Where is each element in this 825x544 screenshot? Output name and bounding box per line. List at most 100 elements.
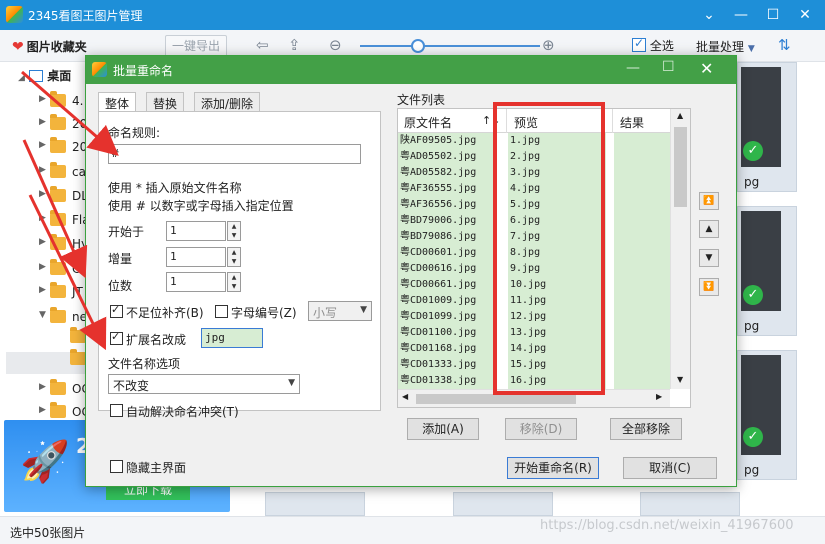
expand-arrow-icon[interactable]: ▶ [39,262,46,272]
expand-arrow-icon[interactable]: ▶ [39,189,46,199]
scroll-down-icon[interactable]: ▼ [677,375,683,384]
file-row[interactable]: 粤AD05502.jpg 2.jpg [398,149,670,165]
minimize-button[interactable]: — [725,0,757,30]
file-row[interactable]: 粤CD00616.jpg 9.jpg [398,261,670,277]
expand-arrow-icon[interactable]: ▶ [39,213,46,223]
horizontal-scrollbar[interactable]: ◀ ▶ [398,389,670,407]
file-row[interactable]: 粤BD79086.jpg 7.jpg [398,229,670,245]
thumbnail-card[interactable]: ✓ pg [737,206,797,336]
file-row[interactable]: 粤BD79006.jpg 6.jpg [398,213,670,229]
expand-arrow-icon: ◢ [18,73,25,83]
expand-arrow-icon[interactable]: ▼ [39,310,46,320]
file-row[interactable]: 粤CD01099.jpg 12.jpg [398,309,670,325]
tab-replace[interactable]: 替换 [146,92,185,112]
dialog-close-button[interactable]: ✕ [700,59,713,78]
sort-icon[interactable]: ↑↓ [482,114,500,127]
scroll-up-icon[interactable]: ▲ [677,111,683,120]
vertical-scrollbar[interactable]: ▲ ▼ [670,109,690,389]
file-row[interactable]: 粤AF36555.jpg 4.jpg [398,181,670,197]
upload-icon[interactable]: ⇪ [288,36,301,54]
expand-arrow-icon[interactable]: ▶ [39,405,46,415]
sort-icon[interactable]: ⇅ [778,36,791,54]
thumbnail-card[interactable]: ✓ pg [737,62,797,192]
change-ext-checkbox[interactable] [110,330,123,345]
expand-arrow-icon[interactable]: ▶ [39,382,46,392]
increment-input[interactable]: 1 [166,247,226,267]
zoom-out-icon[interactable]: ⊖ [329,36,342,54]
add-button[interactable]: 添加(A) [407,418,479,440]
file-row[interactable]: 粤CD00661.jpg 10.jpg [398,277,670,293]
dropdown-icon[interactable]: ⌄ [693,0,725,30]
horizontal-scroll-thumb[interactable] [416,394,576,404]
move-top-button[interactable]: ⏫ [699,192,719,210]
thumbnail-card[interactable] [640,492,740,516]
auto-resolve-checkbox[interactable] [110,404,123,417]
file-row[interactable]: 粤CD01333.jpg 15.jpg [398,357,670,373]
case-select[interactable]: 小写 ▼ [308,301,372,321]
remove-button[interactable]: 移除(D) [505,418,577,440]
file-row[interactable]: 粤CD01009.jpg 11.jpg [398,293,670,309]
export-button[interactable]: 一键导出 [165,35,227,57]
dialog-maximize-button[interactable]: ☐ [662,59,675,75]
start-at-input[interactable]: 1 [166,221,226,241]
file-row[interactable]: 粤CD01338.jpg 16.jpg [398,373,670,389]
move-bottom-button[interactable]: ⏬ [699,278,719,296]
file-row[interactable]: 粤CD01168.jpg 14.jpg [398,341,670,357]
dialog-minimize-button[interactable]: — [626,60,640,76]
file-row[interactable]: 粤CD00601.jpg 8.jpg [398,245,670,261]
favorites-button[interactable]: ❤ 图片收藏夹 [12,38,87,55]
start-rename-button[interactable]: 开始重命名(R) [507,457,599,479]
expand-arrow-icon[interactable]: ▶ [39,237,46,247]
zoom-slider-track[interactable] [360,45,540,47]
select-all-checkbox[interactable]: 全选 [632,36,674,54]
scroll-right-icon[interactable]: ▶ [656,392,662,401]
column-preview[interactable]: 预览 [514,114,538,131]
start-at-spinner[interactable]: ▲ ▼ [227,221,241,241]
vertical-scroll-thumb[interactable] [674,127,687,207]
naming-rule-input[interactable]: # [108,144,361,164]
column-result[interactable]: 结果 [620,114,644,131]
preview-cell: 11.jpg [508,293,606,309]
thumbnail-card[interactable] [453,492,553,516]
digits-input[interactable]: 1 [166,272,226,292]
file-list[interactable]: 原文件名 ↑↓ 预览 结果 陕AF09505.jpg 1.jpg 粤AD05502.… [397,108,691,408]
move-up-button[interactable]: ▲ [699,220,719,238]
thumbnail-card[interactable] [265,492,365,516]
column-divider [612,109,613,133]
expand-arrow-icon[interactable]: ▶ [39,285,46,295]
expand-arrow-icon[interactable]: ▶ [39,140,46,150]
thumbnail-card[interactable]: ✓ pg [737,350,797,480]
back-arrow-icon[interactable]: ⇦ [256,36,269,54]
maximize-button[interactable]: ☐ [757,0,789,30]
file-row[interactable]: 粤AD05582.jpg 3.jpg [398,165,670,181]
expand-arrow-icon[interactable]: ▶ [39,94,46,104]
tab-add-delete[interactable]: 添加/删除 [194,92,261,112]
start-at-label: 开始于 [108,225,145,239]
file-row[interactable]: 陕AF09505.jpg 1.jpg [398,133,670,149]
batch-process-menu[interactable]: 批量处理 ▼ [696,38,755,55]
extension-input[interactable]: jpg [201,328,263,348]
folder-icon [50,379,66,395]
file-row[interactable]: 粤CD01100.jpg 13.jpg [398,325,670,341]
column-original-name[interactable]: 原文件名 [404,114,452,131]
expand-arrow-icon[interactable]: ▶ [39,117,46,127]
expand-arrow-icon[interactable]: ▶ [39,165,46,175]
digits-spinner[interactable]: ▲ ▼ [227,272,241,292]
remove-all-button[interactable]: 全部移除 [610,418,682,440]
hide-main-checkbox[interactable] [110,460,123,473]
zoom-slider-thumb[interactable] [411,39,425,53]
cancel-button[interactable]: 取消(C) [623,457,717,479]
close-button[interactable]: ✕ [789,0,821,30]
letter-numbering-checkbox[interactable] [215,305,228,318]
move-down-button[interactable]: ▼ [699,249,719,267]
zoom-in-icon[interactable]: ⊕ [542,36,555,54]
filename-options-select[interactable]: 不改变 ▼ [108,374,300,394]
folder-icon [50,91,66,107]
original-name-cell: 粤CD01333.jpg [398,357,496,373]
scroll-left-icon[interactable]: ◀ [402,392,408,401]
tab-overall[interactable]: 整体 [98,92,137,112]
tree-item-desktop[interactable]: ◢ 桌面 [18,67,71,84]
increment-spinner[interactable]: ▲ ▼ [227,247,241,267]
file-row[interactable]: 粤AF36556.jpg 5.jpg [398,197,670,213]
pad-digits-checkbox[interactable] [110,303,123,318]
